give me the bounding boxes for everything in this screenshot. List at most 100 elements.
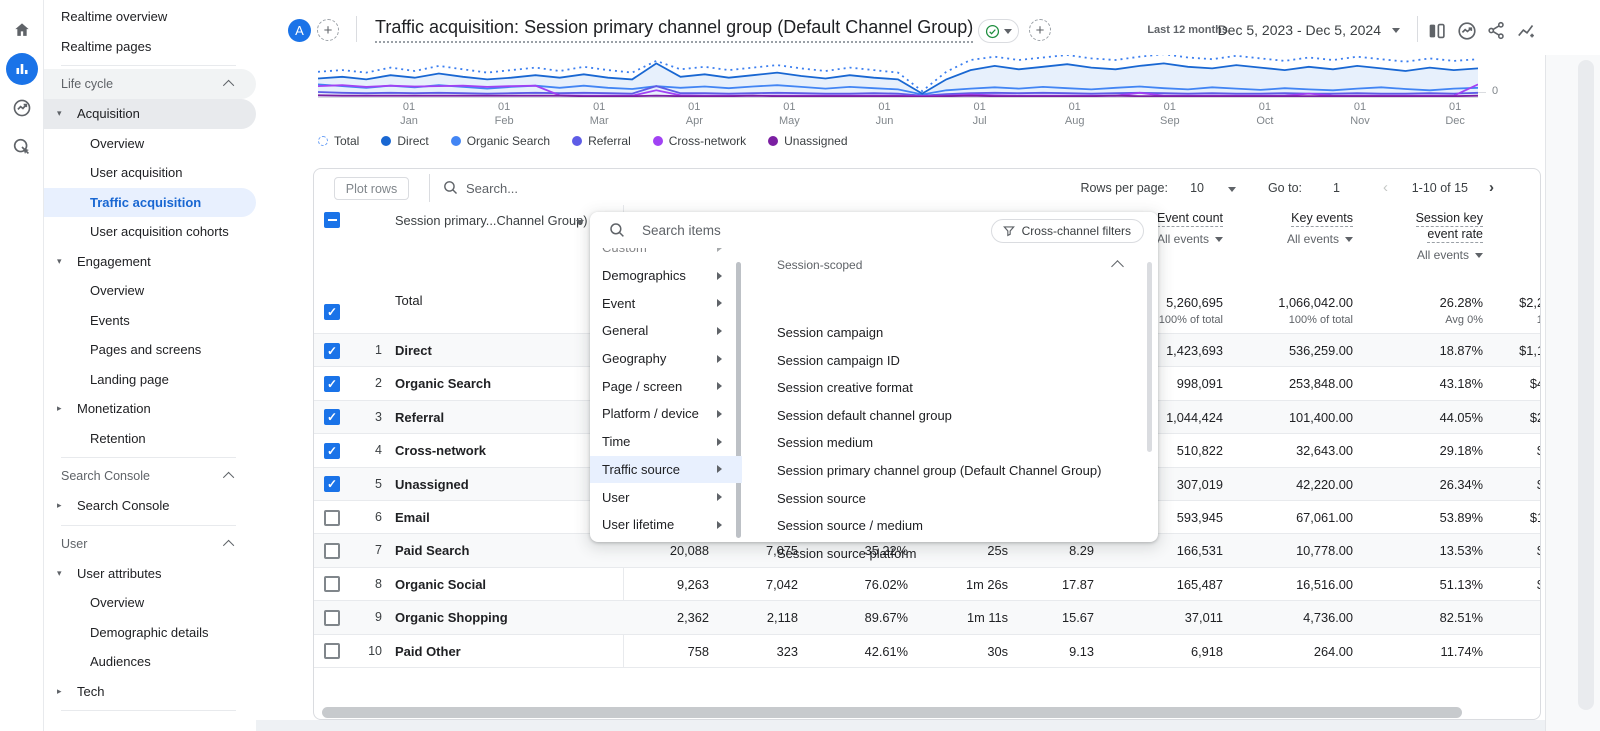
- sidebar-section-life-cycle[interactable]: Life cycle: [44, 69, 256, 99]
- dimension-item-session-default-channel-group[interactable]: Session default channel group: [777, 408, 952, 423]
- row-checkbox[interactable]: [324, 543, 340, 559]
- date-range-picker[interactable]: Dec 5, 2023 - Dec 5, 2024: [1218, 22, 1381, 38]
- sidebar-item-label: User acquisition cohorts: [90, 224, 229, 239]
- category-traffic-source[interactable]: Traffic source: [590, 456, 742, 484]
- dimension-item-session-campaign[interactable]: Session campaign: [777, 325, 883, 340]
- sidebar-section-user[interactable]: User: [44, 529, 256, 559]
- sidebar-item-overview[interactable]: Overview: [44, 276, 256, 306]
- collapse-section-icon[interactable]: [1111, 260, 1124, 273]
- sidebar-item-overview[interactable]: Overview: [44, 129, 256, 159]
- table-row-paid-other[interactable]: 10Paid Other75832342.61%30s9.136,918264.…: [314, 635, 1541, 668]
- dimension-item-session-source-medium[interactable]: Session source / medium: [777, 518, 923, 533]
- sidebar-item-realtime-overview[interactable]: Realtime overview: [44, 2, 256, 32]
- row-checkbox[interactable]: ✓: [324, 376, 340, 392]
- panel-scrollbar[interactable]: [1147, 262, 1152, 452]
- comparison-icon[interactable]: [1426, 20, 1448, 42]
- row-checkbox[interactable]: [324, 510, 340, 526]
- page-range-text: 1-10 of 15: [1412, 181, 1468, 195]
- category-label: Geography: [602, 351, 666, 366]
- sidebar-item-overview[interactable]: Overview: [44, 588, 256, 618]
- sidebar-item-acquisition[interactable]: ▾Acquisition: [44, 99, 256, 129]
- table-row-organic-social[interactable]: 8Organic Social9,2637,04276.02%1m 26s17.…: [314, 568, 1541, 601]
- category-time[interactable]: Time: [590, 428, 742, 456]
- dimension-header[interactable]: Session primary...Channel Group): [395, 213, 588, 228]
- sidebar-item-landing-page[interactable]: Landing page: [44, 365, 256, 395]
- dimension-item-session-source-platform[interactable]: Session source platform: [777, 546, 916, 561]
- category-user-lifetime[interactable]: User lifetime: [590, 511, 742, 539]
- insights-icon[interactable]: [1456, 20, 1478, 42]
- sidebar-item-pages-and-screens[interactable]: Pages and screens: [44, 335, 256, 365]
- row-checkbox[interactable]: ✓: [324, 443, 340, 459]
- avatar[interactable]: A: [288, 19, 311, 42]
- dimension-item-session-creative-format[interactable]: Session creative format: [777, 380, 913, 395]
- rows-per-page-value[interactable]: 10: [1190, 181, 1204, 195]
- dimension-item-session-primary-channel-group-default-ch[interactable]: Session primary channel group (Default C…: [777, 463, 1101, 478]
- sidebar-item-traffic-acquisition[interactable]: Traffic acquisition: [44, 188, 256, 218]
- row-checkbox[interactable]: ✓: [324, 343, 340, 359]
- dimension-item-session-medium[interactable]: Session medium: [777, 435, 873, 450]
- dropdown-search-input[interactable]: [642, 219, 992, 241]
- chevron-up-icon: [223, 539, 234, 550]
- sidebar-item-realtime-pages[interactable]: Realtime pages: [44, 32, 256, 62]
- event-selector[interactable]: All events: [1243, 248, 1483, 262]
- dimension-item-session-source[interactable]: Session source: [777, 491, 866, 506]
- page-scrollbar[interactable]: [1578, 60, 1594, 710]
- category-page-screen[interactable]: Page / screen: [590, 372, 742, 400]
- category-event[interactable]: Event: [590, 289, 742, 317]
- category-platform-device[interactable]: Platform / device: [590, 400, 742, 428]
- sparkline-insights-icon[interactable]: [1516, 20, 1538, 42]
- chevron-down-icon[interactable]: [1228, 187, 1236, 192]
- category-label: Time: [602, 434, 630, 449]
- next-page-icon[interactable]: ›: [1489, 179, 1494, 196]
- sidebar-section-search-console[interactable]: Search Console: [44, 461, 256, 491]
- row-checkbox[interactable]: [324, 576, 340, 592]
- page-title[interactable]: Traffic acquisition: Session primary cha…: [375, 17, 973, 43]
- sidebar-item-monetization[interactable]: ▸Monetization: [44, 394, 256, 424]
- sidebar-item-user-attributes[interactable]: ▾User attributes: [44, 559, 256, 589]
- sidebar-item-events[interactable]: Events: [44, 306, 256, 336]
- horizontal-scrollbar[interactable]: [322, 707, 1462, 718]
- table-row-organic-shopping[interactable]: 9Organic Shopping2,3622,11889.67%1m 11s1…: [314, 601, 1541, 634]
- sidebar-item-label: Landing page: [90, 372, 169, 387]
- table-search-input[interactable]: [466, 177, 766, 199]
- category-user[interactable]: User: [590, 483, 742, 511]
- sidebar-item-tech[interactable]: ▸Tech: [44, 677, 256, 707]
- add-comparison-button[interactable]: +: [317, 19, 339, 41]
- sidebar-item-audiences[interactable]: Audiences: [44, 647, 256, 677]
- add-report-tab-button[interactable]: +: [1029, 19, 1051, 41]
- row-checkbox[interactable]: ✓: [324, 476, 340, 492]
- date-preset-label: Last 12 months: [1147, 24, 1228, 36]
- cross-channel-filters-chip[interactable]: Cross-channel filters: [991, 219, 1144, 243]
- line-chart-plot[interactable]: [318, 55, 1478, 97]
- sidebar-item-search-console[interactable]: ▸Search Console: [44, 491, 256, 521]
- row-checkbox[interactable]: [324, 610, 340, 626]
- prev-page-icon[interactable]: ‹: [1383, 179, 1388, 196]
- category-geography[interactable]: Geography: [590, 345, 742, 373]
- goto-value[interactable]: 1: [1333, 181, 1340, 195]
- traffic-chart: 01Jan01Feb01Mar01Apr01May01Jun01Jul01Aug…: [256, 55, 1546, 170]
- row-checkbox[interactable]: ✓: [324, 409, 340, 425]
- explore-icon[interactable]: [6, 92, 38, 124]
- cell-revenue: $43,867.20: [1381, 534, 1541, 567]
- report-status-pill[interactable]: [978, 19, 1019, 43]
- share-icon[interactable]: [1486, 20, 1508, 42]
- sidebar-item-engagement[interactable]: ▾Engagement: [44, 247, 256, 277]
- sidebar-item-retention[interactable]: Retention: [44, 424, 256, 454]
- home-icon[interactable]: [6, 14, 38, 46]
- advertising-icon[interactable]: [6, 131, 38, 163]
- row-checkbox[interactable]: ✓: [324, 304, 340, 320]
- category-general[interactable]: General: [590, 317, 742, 345]
- sidebar-item-label: Traffic acquisition: [90, 195, 201, 210]
- tick-month: Oct: [1243, 115, 1287, 129]
- plot-rows-button[interactable]: Plot rows: [334, 177, 409, 200]
- sidebar-item-user-acquisition[interactable]: User acquisition: [44, 158, 256, 188]
- x-axis-line: [318, 97, 1478, 98]
- row-checkbox[interactable]: [324, 643, 340, 659]
- sidebar-item-user-acquisition-cohorts[interactable]: User acquisition cohorts: [44, 217, 256, 247]
- category-demographics[interactable]: Demographics: [590, 262, 742, 290]
- column-header-session_key_event_rate[interactable]: Session keyevent rateAll events: [1243, 211, 1483, 262]
- dimension-item-session-campaign-id[interactable]: Session campaign ID: [777, 353, 900, 368]
- sidebar-item-demographic-details[interactable]: Demographic details: [44, 618, 256, 648]
- select-all-checkbox[interactable]: [324, 212, 340, 228]
- reports-icon[interactable]: [6, 53, 38, 85]
